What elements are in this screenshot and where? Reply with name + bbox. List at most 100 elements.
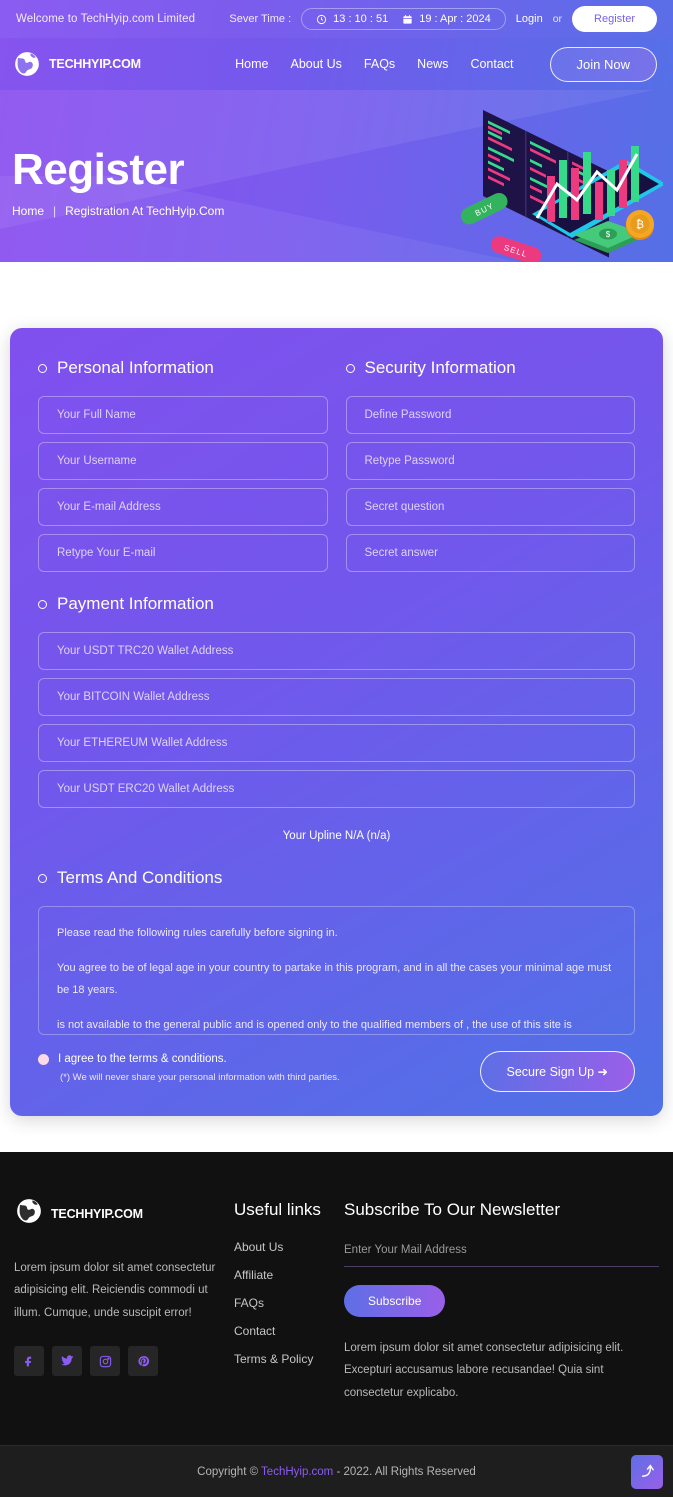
footer-links-column: Useful links About Us Affiliate FAQs Con… xyxy=(234,1196,344,1404)
nav-links: Home About Us FAQs News Contact Join Now xyxy=(235,46,657,82)
pinterest-icon[interactable] xyxy=(128,1346,158,1377)
privacy-note: (*) We will never share your personal in… xyxy=(60,1072,340,1083)
svg-text:$: $ xyxy=(606,230,611,239)
clock-cell: 13 : 10 : 51 xyxy=(316,13,388,25)
facebook-icon[interactable] xyxy=(14,1346,44,1377)
define-password-input[interactable] xyxy=(345,396,635,434)
terms-paragraph: You agree to be of legal age in your cou… xyxy=(57,962,612,996)
or-separator: or xyxy=(552,13,563,25)
registration-form-wrapper: Personal Information Security Informatio… xyxy=(0,262,673,1116)
nav-item-news[interactable]: News xyxy=(417,57,448,71)
terms-and-conditions-heading: Terms And Conditions xyxy=(38,868,635,888)
clock-icon xyxy=(316,14,327,25)
main-navbar: TECHHYIP.COM Home About Us FAQs News Con… xyxy=(0,38,673,90)
newsletter-column: Subscribe To Our Newsletter Subscribe Lo… xyxy=(344,1196,659,1404)
breadcrumb-current: Registration At TechHyip.Com xyxy=(65,204,225,218)
hero-content: Register Home | Registration At TechHyip… xyxy=(0,90,673,219)
personal-information-heading: Personal Information xyxy=(38,358,328,378)
usdt-trc20-wallet-input[interactable] xyxy=(38,632,635,670)
nav-item-faqs[interactable]: FAQs xyxy=(364,57,395,71)
retype-email-input[interactable] xyxy=(38,534,328,572)
terms-paragraph: is not available to the general public a… xyxy=(57,1019,572,1032)
terms-paragraph: Please read the following rules carefull… xyxy=(57,927,338,939)
agree-checkbox[interactable] xyxy=(38,1053,49,1065)
terms-scroll-box[interactable]: Please read the following rules carefull… xyxy=(38,906,635,1035)
copyright-site-link[interactable]: TechHyip.com xyxy=(261,1466,333,1478)
subscribe-button[interactable]: Subscribe xyxy=(344,1285,446,1317)
agree-checkbox-row[interactable]: I agree to the terms & conditions. xyxy=(38,1053,340,1065)
personal-information-column: Personal Information xyxy=(38,358,328,580)
server-date-value: 19 : Apr : 2024 xyxy=(419,13,491,25)
breadcrumb-home[interactable]: Home xyxy=(12,204,44,218)
footer-logo[interactable]: TECHHYIP.COM xyxy=(14,1196,234,1231)
footer-link-about-us[interactable]: About Us xyxy=(234,1240,344,1254)
join-now-button[interactable]: Join Now xyxy=(549,46,657,82)
secret-question-input[interactable] xyxy=(345,488,635,526)
agree-label: I agree to the terms & conditions. xyxy=(58,1053,227,1065)
form-top-columns: Personal Information Security Informatio… xyxy=(38,358,635,580)
circle-bullet-icon xyxy=(345,363,355,373)
email-input[interactable] xyxy=(38,488,328,526)
footer-link-faqs[interactable]: FAQs xyxy=(234,1296,344,1310)
payment-information-heading: Payment Information xyxy=(38,594,635,614)
footer-link-terms-policy[interactable]: Terms & Policy xyxy=(234,1352,344,1366)
brand-logo[interactable]: TECHHYIP.COM xyxy=(12,49,141,79)
terms-row: Please read the following rules carefull… xyxy=(38,906,635,1035)
nav-item-contact[interactable]: Contact xyxy=(470,57,513,71)
register-button[interactable]: Register xyxy=(572,6,657,32)
svg-text:₿: ₿ xyxy=(636,219,644,231)
login-link[interactable]: Login xyxy=(516,13,543,25)
copyright-bar: Copyright © TechHyip.com - 2022. All Rig… xyxy=(0,1445,673,1497)
instagram-icon[interactable] xyxy=(90,1346,120,1377)
usdt-erc20-wallet-input[interactable] xyxy=(38,770,635,808)
personal-information-title: Personal Information xyxy=(57,358,214,377)
back-to-top-button[interactable] xyxy=(631,1454,663,1489)
server-time-pill: 13 : 10 : 51 19 : Apr : 2024 xyxy=(301,8,506,30)
page-root: Welcome to TechHyip.com Limited Sever Ti… xyxy=(0,0,673,1497)
nav-item-home[interactable]: Home xyxy=(235,57,268,71)
circle-bullet-icon xyxy=(38,873,47,883)
username-input[interactable] xyxy=(38,442,328,480)
hero-banner: BUY SELL $ ₿ Register Home | Registratio… xyxy=(0,90,673,262)
copyright-text: Copyright © TechHyip.com - 2022. All Rig… xyxy=(197,1466,476,1478)
copyright-prefix: Copyright © xyxy=(197,1465,262,1478)
arrow-up-icon xyxy=(639,1461,656,1483)
footer-link-affiliate[interactable]: Affiliate xyxy=(234,1268,344,1282)
secret-answer-input[interactable] xyxy=(345,534,635,572)
registration-form-card: Personal Information Security Informatio… xyxy=(10,328,663,1116)
footer: TECHHYIP.COM Lorem ipsum dolor sit amet … xyxy=(0,1152,673,1497)
footer-main: TECHHYIP.COM Lorem ipsum dolor sit amet … xyxy=(0,1152,673,1404)
agreement-left: I agree to the terms & conditions. (*) W… xyxy=(38,1051,340,1083)
page-title: Register xyxy=(12,145,185,194)
top-bar: Welcome to TechHyip.com Limited Sever Ti… xyxy=(0,0,673,38)
secure-sign-up-button[interactable]: Secure Sign Up ➜ xyxy=(479,1051,635,1092)
server-time-label: Sever Time : xyxy=(229,13,292,25)
date-cell: 19 : Apr : 2024 xyxy=(402,13,491,25)
server-time-value: 13 : 10 : 51 xyxy=(333,13,389,25)
social-links xyxy=(14,1346,234,1377)
newsletter-email-input[interactable] xyxy=(344,1240,659,1267)
calendar-icon xyxy=(402,14,413,25)
ethereum-wallet-input[interactable] xyxy=(38,724,635,762)
footer-brand-column: TECHHYIP.COM Lorem ipsum dolor sit amet … xyxy=(14,1196,234,1404)
top-bar-right: Sever Time : 13 : 10 : 51 19: Apr: 202… xyxy=(229,6,657,32)
brand-name: TECHHYIP.COM xyxy=(49,57,141,71)
bitcoin-wallet-input[interactable] xyxy=(38,678,635,716)
security-information-heading: Security Information xyxy=(345,358,636,378)
useful-links-title: Useful links xyxy=(234,1200,321,1219)
payment-information-title: Payment Information xyxy=(57,594,214,613)
breadcrumb: Home | Registration At TechHyip.Com xyxy=(12,204,673,218)
nav-item-about-us[interactable]: About Us xyxy=(290,57,341,71)
newsletter-title: Subscribe To Our Newsletter xyxy=(344,1200,561,1219)
twitter-icon[interactable] xyxy=(52,1346,82,1377)
copyright-suffix: - 2022. All Rights Reserved xyxy=(333,1465,476,1478)
full-name-input[interactable] xyxy=(38,396,328,434)
welcome-text: Welcome to TechHyip.com Limited xyxy=(16,13,196,25)
retype-password-input[interactable] xyxy=(345,442,635,480)
footer-description: Lorem ipsum dolor sit amet consectetur a… xyxy=(14,1262,216,1319)
breadcrumb-separator: | xyxy=(53,204,57,218)
security-information-title: Security Information xyxy=(364,358,516,377)
security-information-column: Security Information xyxy=(345,358,636,580)
terms-and-conditions-title: Terms And Conditions xyxy=(57,868,223,887)
footer-link-contact[interactable]: Contact xyxy=(234,1324,344,1338)
